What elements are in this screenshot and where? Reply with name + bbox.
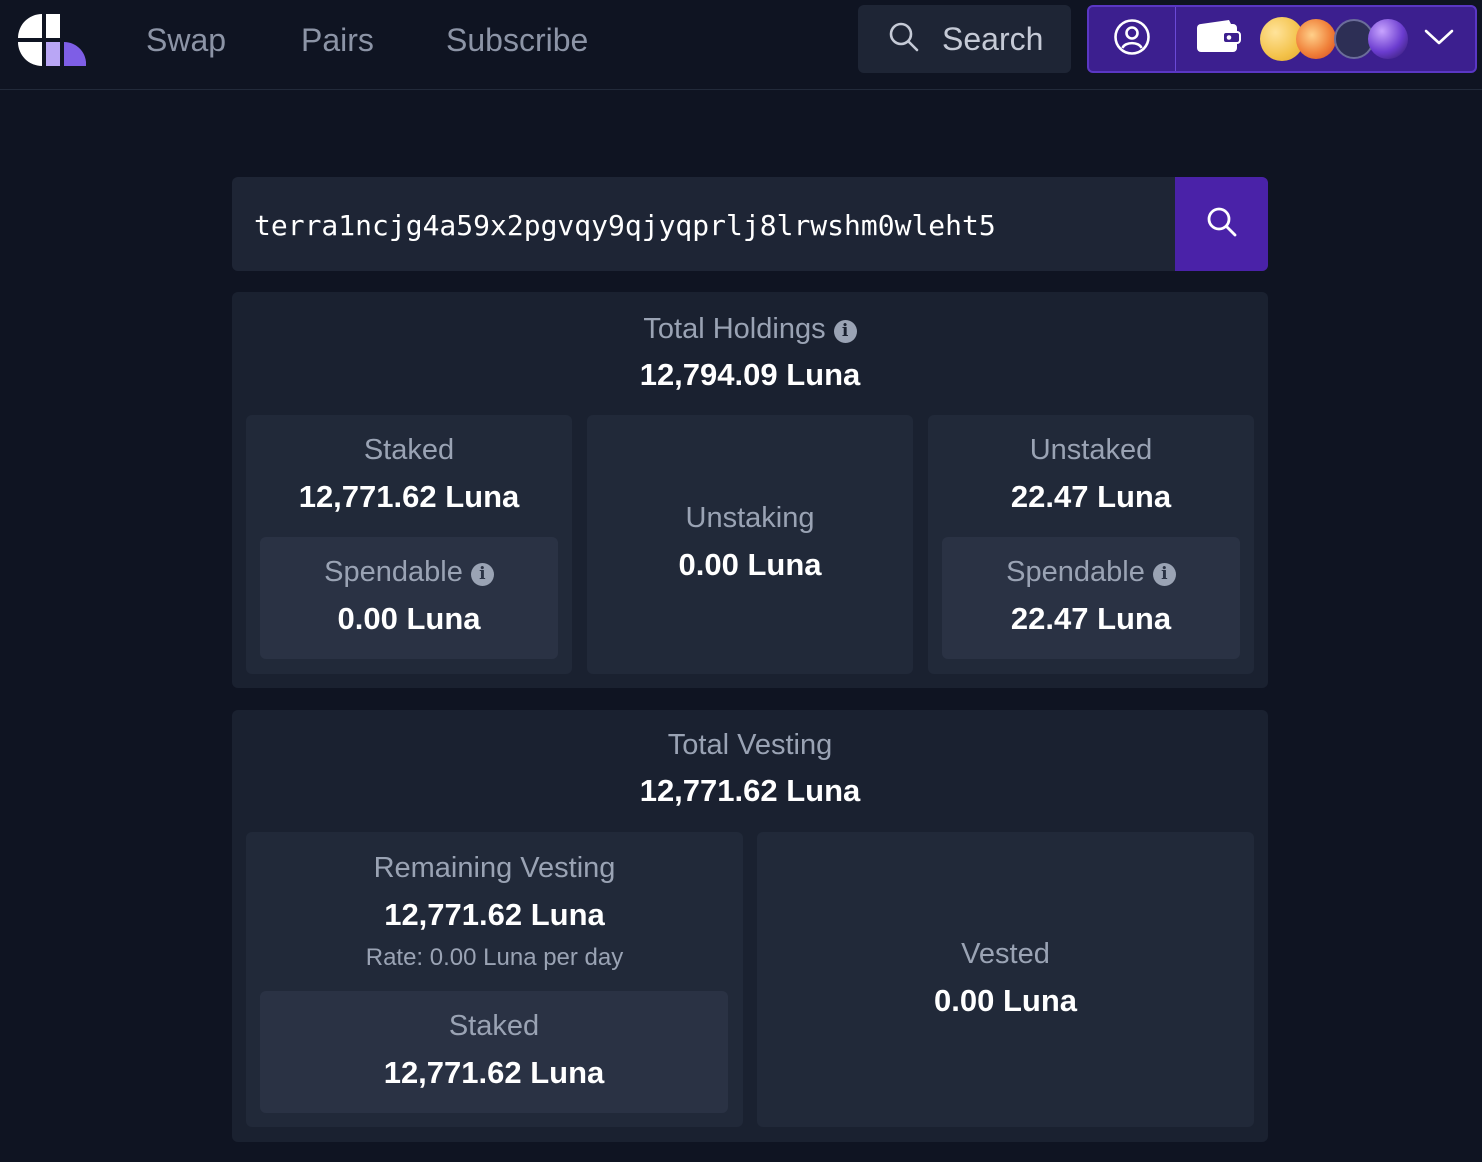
user-profile-button[interactable] — [1089, 7, 1176, 71]
global-search-button[interactable]: Search — [858, 5, 1071, 73]
staked-spendable-label: Spendable i — [260, 554, 558, 590]
vesting-staked-value: 12,771.62 Luna — [383, 1055, 605, 1090]
astro-token-icon — [1296, 19, 1336, 59]
remaining-vesting-label: Remaining Vesting — [373, 852, 616, 884]
staked-card: Staked 12,771.62 Luna Spendable i 0.00 Lu… — [246, 415, 572, 674]
search-icon — [1206, 206, 1238, 243]
account-wallet-group — [1087, 5, 1477, 73]
vested-card: Vested 0.00 Luna — [757, 832, 1254, 1127]
vesting-staked-box: Staked 12,771.62 Luna — [260, 991, 728, 1113]
wallet-menu-button[interactable] — [1176, 7, 1475, 71]
total-holdings-title: Total Holdings i — [232, 311, 1268, 347]
wallet-icon — [1196, 19, 1242, 60]
address-search-bar — [232, 177, 1268, 271]
vested-label: Vested — [961, 938, 1050, 970]
staked-spendable-box: Spendable i 0.00 Luna — [260, 537, 558, 659]
vested-value: 0.00 Luna — [934, 983, 1077, 1018]
total-vesting-title: Total Vesting — [667, 729, 833, 761]
unstaked-spendable-value: 22.47 Luna — [1010, 601, 1172, 636]
app-logo-icon[interactable] — [18, 14, 87, 66]
total-vesting-value: 12,771.62 Luna — [639, 773, 861, 808]
unstaking-value: 0.00 Luna — [678, 547, 822, 582]
address-input[interactable] — [232, 177, 1175, 271]
search-label: Search — [942, 20, 1044, 57]
staked-value: 12,771.62 Luna — [298, 479, 520, 514]
user-avatar-icon — [1113, 18, 1151, 61]
remaining-vesting-value: 12,771.62 Luna — [384, 897, 605, 932]
unstaking-label: Unstaking — [685, 502, 815, 534]
nav-pairs-link[interactable]: Pairs — [301, 20, 374, 60]
top-nav: Swap Pairs Subscribe Search — [0, 0, 1482, 90]
staked-spendable-value: 0.00 Luna — [337, 601, 481, 636]
unstaked-spendable-label: Spendable i — [942, 554, 1240, 590]
planet-token-icon — [1368, 19, 1408, 59]
nav-swap-link[interactable]: Swap — [146, 20, 226, 60]
info-icon[interactable]: i — [833, 320, 857, 343]
vesting-staked-label: Staked — [448, 1010, 540, 1042]
unstaked-label: Unstaked — [1029, 434, 1153, 466]
total-holdings-panel: Total Holdings i 12,794.09 Luna Staked 12… — [232, 292, 1268, 688]
token-list — [1260, 17, 1410, 61]
vesting-rate-text: Rate: 0.00 Luna per day — [365, 944, 624, 971]
unstaked-value: 22.47 Luna — [1010, 479, 1172, 514]
unstaking-card: Unstaking 0.00 Luna — [587, 415, 913, 674]
total-vesting-panel: Total Vesting 12,771.62 Luna Remaining V… — [232, 710, 1268, 1142]
unstaked-card: Unstaked 22.47 Luna Spendable i 22.47 Lun… — [928, 415, 1254, 674]
search-icon — [888, 21, 920, 58]
staked-label: Staked — [363, 434, 455, 466]
chevron-down-icon — [1424, 28, 1454, 51]
info-icon[interactable]: i — [1152, 563, 1176, 586]
address-search-button[interactable] — [1175, 177, 1268, 271]
remaining-vesting-card: Remaining Vesting 12,771.62 Luna Rate: 0… — [246, 832, 743, 1127]
info-icon[interactable]: i — [470, 563, 494, 586]
total-holdings-value: 12,794.09 Luna — [639, 357, 861, 392]
nav-subscribe-link[interactable]: Subscribe — [446, 20, 588, 60]
unstaked-spendable-box: Spendable i 22.47 Luna — [942, 537, 1240, 659]
